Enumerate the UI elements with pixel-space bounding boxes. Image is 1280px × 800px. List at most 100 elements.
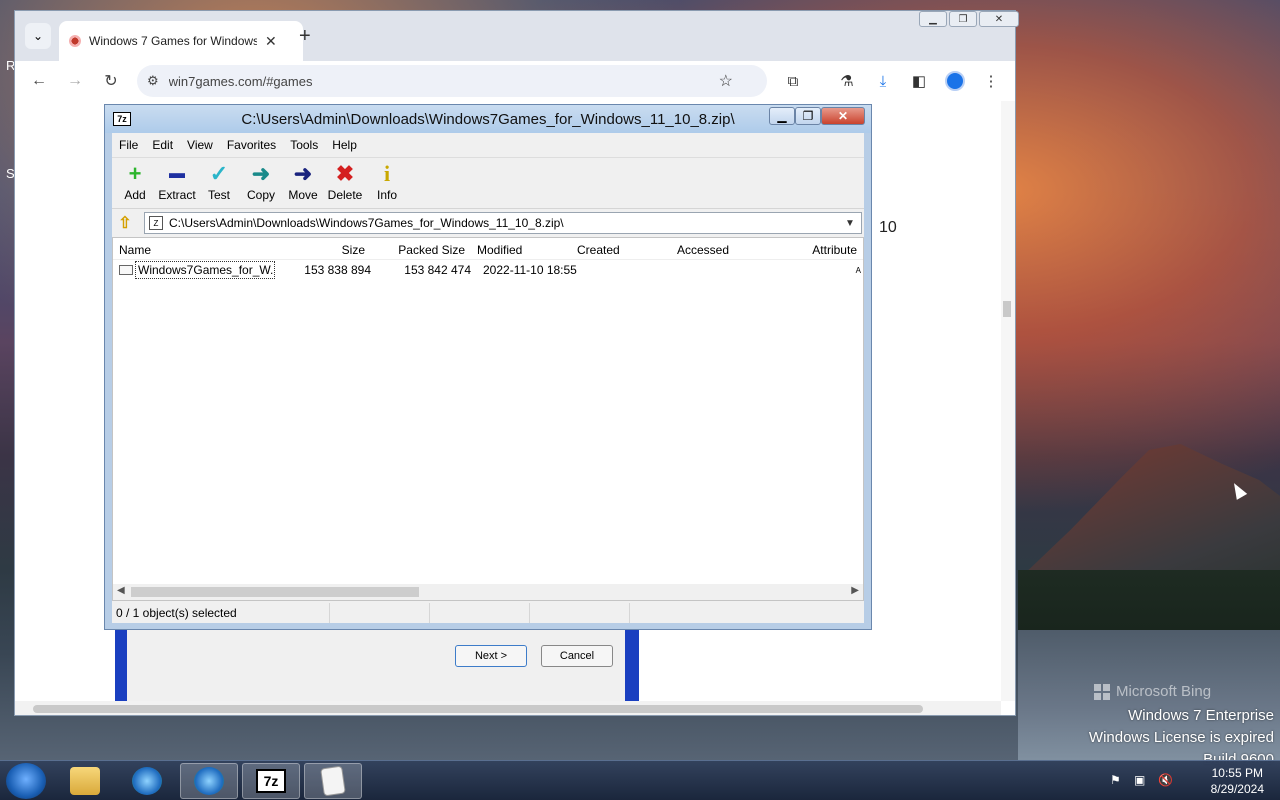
- windows-watermark: Windows 7 Enterprise Windows License is …: [1089, 683, 1274, 771]
- column-accessed[interactable]: Accessed: [671, 238, 767, 259]
- menu-help[interactable]: Help: [325, 135, 364, 155]
- test-button[interactable]: ✓ Test: [198, 158, 240, 208]
- menu-file[interactable]: File: [112, 135, 145, 155]
- system-tray: ⚑ ▣ 🔇 10:55 PM 8/29/2024: [1110, 761, 1280, 800]
- browser-globe-icon: [194, 767, 224, 795]
- file-list[interactable]: Name Size Packed Size Modified Created A…: [112, 237, 864, 601]
- page-text-fragment: 10: [879, 219, 897, 236]
- menu-view[interactable]: View: [180, 135, 220, 155]
- cards-icon: [320, 765, 346, 797]
- file-icon: [119, 265, 133, 275]
- add-button[interactable]: + Add: [114, 158, 156, 208]
- avatar-icon: [945, 71, 965, 91]
- downloads-icon[interactable]: ⤓: [871, 69, 895, 93]
- taskbar: 7z ⚑ ▣ 🔇 10:55 PM 8/29/2024: [0, 760, 1280, 800]
- clock[interactable]: 10:55 PM 8/29/2024: [1211, 765, 1264, 797]
- cancel-button[interactable]: Cancel: [541, 645, 613, 667]
- back-button[interactable]: ←: [27, 69, 51, 93]
- address-bar[interactable]: ⚙ ☆: [137, 65, 767, 97]
- url-input[interactable]: [168, 73, 709, 89]
- menu-edit[interactable]: Edit: [145, 135, 180, 155]
- tool-label: Copy: [246, 188, 275, 202]
- delete-button[interactable]: ✖ Delete: [324, 158, 366, 208]
- site-info-icon[interactable]: ⚙: [147, 73, 159, 89]
- extract-minus-icon: ▬: [169, 165, 185, 182]
- delete-x-icon: ✖: [335, 161, 355, 186]
- list-horizontal-scrollbar[interactable]: ◀ ▶: [113, 584, 863, 600]
- minimize-button[interactable]: ▁: [919, 11, 947, 27]
- menu-favorites[interactable]: Favorites: [220, 135, 283, 155]
- tool-label: Delete: [327, 188, 363, 202]
- archive-icon: Z: [149, 216, 163, 230]
- 7zip-titlebar[interactable]: 7z C:\Users\Admin\Downloads\Windows7Game…: [105, 105, 871, 133]
- horizontal-scrollbar[interactable]: [15, 701, 1001, 715]
- move-button[interactable]: ➜ Move: [282, 158, 324, 208]
- reload-button[interactable]: ↻: [99, 69, 123, 93]
- side-panel-icon[interactable]: ◧: [907, 69, 931, 93]
- labs-flask-icon[interactable]: ⚗: [835, 69, 859, 93]
- chevron-down-icon[interactable]: ▼: [845, 218, 855, 229]
- browser-menu-icon[interactable]: ⋮: [979, 69, 1003, 93]
- taskbar-solitaire[interactable]: [304, 763, 362, 799]
- status-bar: 0 / 1 object(s) selected: [112, 603, 864, 623]
- forward-button[interactable]: →: [63, 69, 87, 93]
- action-center-flag-icon[interactable]: ⚑: [1110, 773, 1121, 787]
- scrollbar-thumb[interactable]: [131, 587, 419, 597]
- column-name[interactable]: Name: [113, 238, 277, 259]
- column-modified[interactable]: Modified: [471, 238, 571, 259]
- scroll-left-icon[interactable]: ◀: [117, 585, 125, 596]
- status-modified: [530, 603, 630, 623]
- file-modified: 2022-11-10 18:55: [483, 263, 577, 277]
- 7zip-icon: 7z: [256, 769, 286, 793]
- status-size: [330, 603, 430, 623]
- taskbar-7zip[interactable]: 7z: [242, 763, 300, 799]
- tab-win7games[interactable]: Windows 7 Games for Windows ✕: [59, 21, 303, 61]
- browser-window-controls: ▁ ❐ ✕: [919, 11, 1019, 27]
- folder-up-icon[interactable]: ⇧: [114, 212, 136, 234]
- maximize-button[interactable]: ❐: [949, 11, 977, 27]
- tool-label: Move: [288, 188, 318, 202]
- window-title: C:\Users\Admin\Downloads\Windows7Games_f…: [241, 111, 735, 128]
- tool-label: Info: [376, 188, 397, 202]
- volume-muted-icon[interactable]: 🔇: [1158, 773, 1173, 787]
- tab-close-icon[interactable]: ✕: [265, 33, 277, 50]
- close-button[interactable]: ✕: [821, 107, 865, 125]
- vertical-scrollbar[interactable]: [1001, 101, 1015, 701]
- column-packed-size[interactable]: Packed Size: [371, 238, 471, 259]
- path-input[interactable]: [169, 216, 839, 230]
- minimize-button[interactable]: ▁: [769, 107, 795, 125]
- scrollbar-thumb[interactable]: [1003, 301, 1011, 317]
- extract-button[interactable]: ▬ Extract: [156, 158, 198, 208]
- file-name: Windows7Games_for_W...: [135, 261, 275, 279]
- tab-search-button[interactable]: ⌄: [25, 23, 51, 49]
- next-button[interactable]: Next >: [455, 645, 527, 667]
- menu-tools[interactable]: Tools: [283, 135, 325, 155]
- test-check-icon: ✓: [209, 161, 229, 186]
- path-combobox[interactable]: Z ▼: [144, 212, 862, 234]
- taskbar-explorer[interactable]: [56, 763, 114, 799]
- scroll-right-icon[interactable]: ▶: [851, 585, 859, 596]
- tool-label: Test: [207, 188, 230, 202]
- info-button[interactable]: i Info: [366, 158, 408, 208]
- file-packed-size: 153 842 474: [404, 263, 471, 277]
- bookmark-star-icon[interactable]: ☆: [719, 71, 733, 91]
- taskbar-browser[interactable]: [180, 763, 238, 799]
- column-attribute[interactable]: Attribute: [767, 238, 863, 259]
- file-size: 153 838 894: [304, 263, 371, 277]
- profile-avatar[interactable]: [943, 69, 967, 93]
- column-size[interactable]: Size: [277, 238, 371, 259]
- watermark-license: Windows License is expired: [1088, 729, 1274, 746]
- maximize-button[interactable]: ❐: [795, 107, 821, 125]
- new-tab-button[interactable]: +: [299, 25, 311, 48]
- scrollbar-thumb[interactable]: [33, 705, 923, 713]
- network-icon[interactable]: ▣: [1134, 773, 1145, 787]
- start-button[interactable]: [6, 763, 46, 799]
- close-button[interactable]: ✕: [979, 11, 1019, 27]
- taskbar-ie[interactable]: [118, 763, 176, 799]
- table-row[interactable]: Windows7Games_for_W... 153 838 894 153 8…: [113, 260, 863, 280]
- status-selection: 0 / 1 object(s) selected: [112, 603, 330, 623]
- tab-title: Windows 7 Games for Windows: [89, 34, 257, 48]
- copy-button[interactable]: ➜ Copy: [240, 158, 282, 208]
- column-created[interactable]: Created: [571, 238, 671, 259]
- extensions-icon[interactable]: ⧉: [781, 69, 805, 93]
